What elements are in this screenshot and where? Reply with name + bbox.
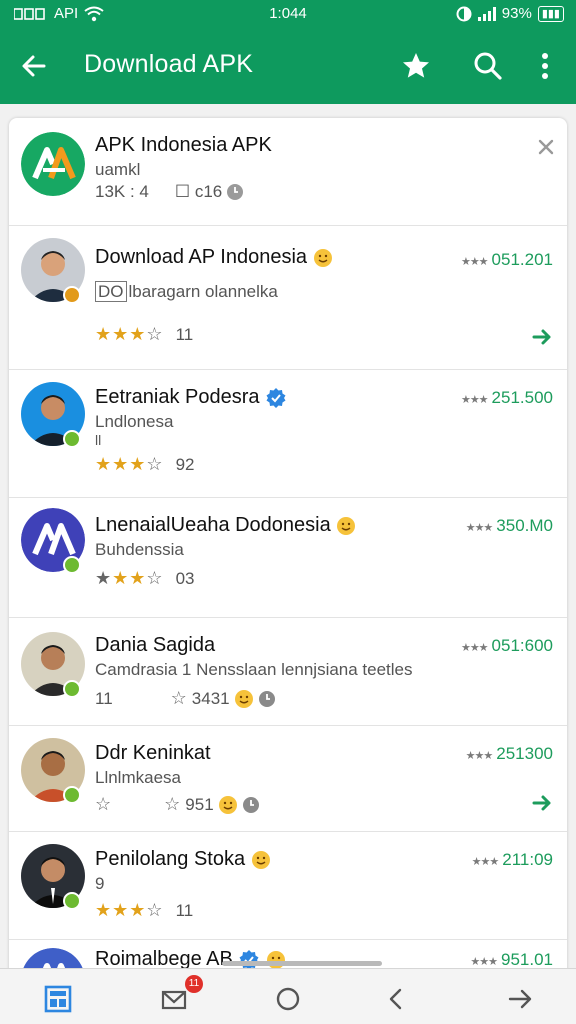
header-app-meta-left: 13K : 4 [95,182,149,201]
rating-line: ★★★☆ 03 [95,568,194,589]
close-icon[interactable] [537,138,555,156]
app-price: ★★★ 251300 [465,744,553,763]
app-subtitle: Buhdenssia [95,540,184,559]
clock-icon [242,796,259,813]
header-app-subtitle: uamkl [95,160,141,179]
rating-stars: ☆ [170,688,188,708]
smiley-emoji-icon [313,248,332,267]
verified-badge-icon [63,892,81,910]
go-arrow-icon[interactable] [531,792,553,814]
rating-line: ★★★☆ 92 [95,454,194,475]
go-arrow-icon[interactable] [531,326,553,348]
list-item[interactable]: Eetraniak Podesra Lndlonesa ll ★★★☆ 92 ★… [9,370,567,498]
smiley-emoji-icon [251,850,270,869]
search-icon[interactable] [470,48,506,84]
rating-stars: ★★★☆ [95,568,164,588]
app-price: ★★★ 951.01 [470,950,553,969]
smiley-emoji-icon [267,950,285,969]
app-bar: Download APK [0,30,576,104]
verified-badge-icon [63,680,81,698]
rating-line: ★★★☆ 11 [95,324,193,345]
star-icon[interactable] [398,48,434,84]
app-name: Download AP Indonesia [95,246,333,269]
verified-badge-icon [63,430,81,448]
signal-icon [477,6,496,21]
app-subtitle: Llnlmkaesa [95,768,181,787]
header-app-meta: 13K : 4 ☐ c16 [95,182,244,202]
header-app-row[interactable]: APK Indonesia APK uamkl 13K : 4 ☐ c16 [9,118,567,226]
app-name: Eetraniak Podesra [95,386,287,409]
app-subtitle: Lndlonesa [95,412,174,431]
app-price: ★★★ 211:09 [471,850,553,869]
app-subtitle: DO lbaragarn olannelka [95,281,278,302]
header-app-meta-right: ☐ c16 [174,182,223,201]
data-saver-icon [456,6,472,21]
apk-indonesia-logo-icon [21,132,85,196]
rating-stars: ☆ [95,794,113,814]
app-name: Ddr Keninkat [95,742,211,764]
rating-line: ☆ ☆ 951 [95,794,260,815]
list-item[interactable]: Download AP Indonesia DO lbaragarn olanne… [9,226,567,370]
home-grid-icon[interactable] [44,985,72,1013]
battery-percent: 93% [501,5,532,22]
smiley-emoji-icon [337,516,356,535]
status-right: 93% ▮▮▮ [456,5,564,22]
app-name: LnenaialUeaha Dodonesia [95,514,356,537]
circle-home-icon[interactable] [274,985,302,1013]
status-bar: API 1:044 93% ▮▮▮ [0,0,576,30]
rating-count: 3431 [191,688,230,708]
app-price: ★★★ 350.M0 [465,516,553,535]
app-price: ★★★ 051.201 [460,250,553,269]
page-title: Download APK [84,50,254,78]
nav-forward-arrow-icon[interactable] [506,985,534,1013]
mail-notification-badge: 11 [185,975,203,993]
rating-count: 11 [175,324,194,344]
more-vert-icon[interactable] [527,48,563,84]
verified-badge-icon [63,786,81,804]
app-name: Dania Sagida [95,634,216,656]
rating-stars: ★★★☆ [95,324,164,344]
smiley-emoji-icon [218,795,237,814]
app-price: ★★★ 051:600 [460,636,553,655]
app-subtitle: 9 [95,874,105,893]
rating-line: ★★★☆ 11 [95,900,193,921]
rating-line: 11 ☆ 3431 [95,688,276,709]
rating-count: 11 [175,900,194,920]
rating-stars: ★★★☆ [95,900,164,920]
rating-stars: ★★★☆ [95,454,164,474]
rating-count: 951 [185,794,214,814]
subtitle-prefix: DO [95,281,127,302]
app-subtitle: Camdrasia 1 Nensslaan lennjsiana teetles [95,660,413,679]
app-extra: ll [95,432,102,448]
bottom-nav-bar: 11 [0,968,576,1024]
app-name: Penilolang Stoka [95,848,271,871]
app-price: ★★★ 251.500 [460,388,553,407]
verified-check-icon [266,387,286,408]
header-app-name: APK Indonesia APK [95,134,272,156]
rating-left: 11 [95,688,113,708]
app-list-card: APK Indonesia APK uamkl 13K : 4 ☐ c16 Do… [9,118,567,1024]
battery-icon: ▮▮▮ [537,5,564,22]
mail-icon[interactable] [160,985,188,1013]
scroll-indicator[interactable] [222,961,382,966]
list-item[interactable]: Penilolang Stoka 9 ★★★☆ 11 ★★★ 211:09 [9,832,567,940]
back-arrow-icon[interactable] [16,48,52,84]
clock-icon [227,184,244,200]
list-item[interactable]: Dania Sagida Camdrasia 1 Nensslaan lennj… [9,618,567,726]
clock-icon [258,690,275,707]
rating-count: 92 [175,454,195,474]
list-item[interactable]: LnenaialUeaha Dodonesia Buhdenssia ★★★☆ … [9,498,567,618]
badge-icon [63,286,81,304]
list-item[interactable]: Ddr Keninkat Llnlmkaesa ☆ ☆ 951 ★★★ 25130… [9,726,567,832]
price-prefix: ★★★ [460,256,489,268]
smiley-emoji-icon [234,689,253,708]
nav-back-icon[interactable] [382,985,410,1013]
verified-badge-icon [63,556,81,574]
rating-count: 03 [175,568,195,588]
